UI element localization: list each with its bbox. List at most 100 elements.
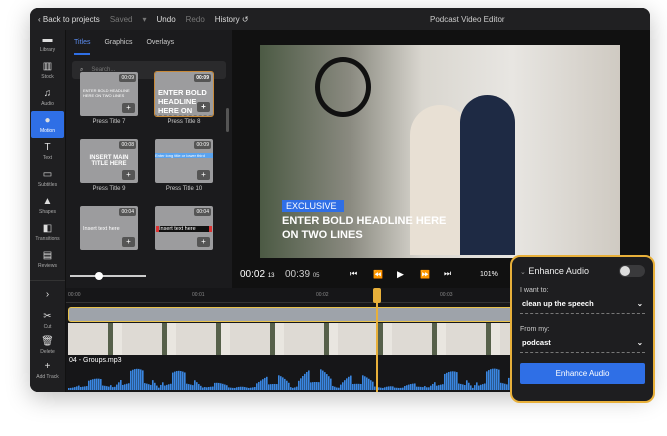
waveform-bar	[336, 387, 338, 390]
tab-overlays[interactable]: Overlays	[146, 39, 174, 55]
waveform-bar	[96, 378, 98, 390]
sidebar-item-motion[interactable]: ● Motion	[31, 111, 64, 138]
waveform-bar	[240, 386, 242, 390]
waveform-bar	[252, 387, 254, 390]
rewind-icon[interactable]: ⏪	[373, 270, 383, 279]
tab-graphics[interactable]: Graphics	[104, 39, 132, 55]
playhead[interactable]	[376, 288, 378, 392]
title-card[interactable]: 00:09ENTER BOLD HEADLINE HERE ON TWO LIN…	[80, 72, 138, 139]
title-card[interactable]: 00:04 Insert text here +	[155, 206, 213, 273]
title-thumbnail[interactable]: 00:08 INSERT MAIN TITLE HERE +	[80, 139, 138, 183]
tool-expand[interactable]: ›	[30, 283, 65, 308]
tool-add-track[interactable]: + Add Track	[30, 358, 65, 383]
title-thumbnail[interactable]: 00:04 Insert text here +	[80, 206, 138, 250]
title-thumbnail[interactable]: 00:09ENTER BOLD HEADLINE HERE ON TWO LIN…	[80, 72, 138, 116]
sidebar-item-shapes[interactable]: ▲ Shapes	[30, 192, 65, 219]
waveform-bar	[278, 375, 280, 390]
panel-scrollbar[interactable]	[226, 108, 229, 132]
title-card[interactable]: 00:09 Enter long title or lower third + Pre…	[155, 139, 213, 206]
title-card-name: Press Title 7	[92, 119, 126, 125]
add-icon[interactable]: +	[122, 103, 135, 113]
enhance-header[interactable]: ⌄ Enhance Audio	[520, 266, 589, 276]
waveform-bar	[350, 375, 352, 390]
waveform-bar	[394, 387, 396, 390]
title-card[interactable]: 00:04 Insert text here +	[80, 206, 138, 273]
waveform-bar	[370, 380, 372, 390]
from-dropdown[interactable]: podcast ⌄	[520, 333, 645, 353]
back-button[interactable]: ‹ Back to projects	[38, 15, 100, 24]
waveform-bar	[236, 387, 238, 390]
waveform-bar	[506, 384, 508, 390]
waveform-bar	[412, 383, 414, 390]
audio-waveform[interactable]	[68, 366, 538, 390]
enhance-audio-button[interactable]: Enhance Audio	[520, 363, 645, 384]
waveform-bar	[450, 371, 452, 390]
current-frames: 13	[267, 272, 275, 279]
titles-panel: Titles Graphics Overlays ⌕ Search... 00:0…	[66, 30, 232, 288]
slider-knob[interactable]	[95, 272, 103, 280]
thumbnail-size-slider[interactable]	[70, 272, 146, 280]
waveform-bar	[168, 384, 170, 390]
sidebar-item-text[interactable]: T Text	[30, 138, 65, 165]
person-right	[460, 95, 515, 255]
zoom-level[interactable]: 101%	[480, 271, 498, 278]
play-icon[interactable]: ▶	[397, 269, 404, 280]
waveform-bar	[482, 384, 484, 390]
title-clip[interactable]	[68, 307, 538, 322]
waveform-bar	[386, 386, 388, 390]
title-badge[interactable]: EXCLUSIVE	[282, 200, 344, 212]
waveform-bar	[286, 380, 288, 390]
waveform-bar	[430, 385, 432, 390]
add-icon[interactable]: +	[122, 237, 135, 247]
waveform-bar	[294, 387, 296, 390]
enhance-toggle[interactable]	[619, 265, 645, 277]
sidebar-item-transitions[interactable]: ◧ Transitions	[30, 219, 65, 246]
skip-end-icon[interactable]: ⏭	[444, 269, 451, 279]
waveform-bar	[454, 371, 456, 390]
sidebar-item-reviews[interactable]: ▤ Reviews	[30, 246, 65, 273]
sidebar-item-library[interactable]: ▬ Library	[30, 30, 65, 57]
sidebar-item-stock[interactable]: ▥ Stock	[30, 57, 65, 84]
waveform-bar	[202, 387, 204, 390]
title-thumbnail[interactable]: 00:04 Insert text here +	[155, 206, 213, 250]
chevron-down-icon: ⌄	[636, 338, 643, 347]
fast-forward-icon[interactable]: ⏩	[420, 270, 430, 279]
video-frame[interactable]: EXCLUSIVE ENTER BOLD HEADLINE HERE ON TW…	[260, 45, 620, 258]
title-card[interactable]: 00:08 INSERT MAIN TITLE HERE + Press Title …	[80, 139, 138, 206]
title-headline[interactable]: ENTER BOLD HEADLINE HERE ON TWO LINES	[282, 214, 462, 242]
waveform-bar	[502, 383, 504, 390]
waveform-bar	[476, 382, 478, 390]
title-thumbnail[interactable]: 00:09ENTER BOLD HEADLINE HERE ON TWO LIN…	[154, 71, 214, 117]
waveform-bar	[422, 387, 424, 390]
sidebar-item-label: Library	[39, 46, 56, 53]
undo-button[interactable]: Undo	[157, 15, 176, 24]
add-icon[interactable]: +	[197, 102, 210, 112]
tab-titles[interactable]: Titles	[74, 39, 91, 55]
want-dropdown[interactable]: clean up the speech ⌄	[520, 294, 645, 314]
sidebar-item-label: Text	[42, 154, 53, 161]
redo-button[interactable]: Redo	[186, 15, 205, 24]
scissors-icon: ✂	[43, 310, 52, 322]
saved-dropdown-icon[interactable]: ▾	[143, 15, 147, 24]
waveform-bar	[348, 376, 350, 390]
add-icon[interactable]: +	[197, 237, 210, 247]
waveform-bar	[464, 385, 466, 390]
sidebar-item-subtitles[interactable]: ▭ Subtitles	[30, 165, 65, 192]
video-clip[interactable]	[68, 323, 538, 355]
tool-cut[interactable]: ✂ Cut	[30, 308, 65, 333]
add-icon[interactable]: +	[122, 170, 135, 180]
waveform-bar	[408, 384, 410, 390]
add-icon[interactable]: +	[197, 170, 210, 180]
waveform-bar	[254, 386, 256, 390]
sidebar-item-audio[interactable]: ♫ Audio	[30, 84, 65, 111]
tool-delete[interactable]: 🗑 Delete	[30, 333, 65, 358]
skip-start-icon[interactable]: ⏮	[350, 269, 357, 279]
tick-label: 00:02	[316, 292, 329, 298]
title-card[interactable]: 00:09ENTER BOLD HEADLINE HERE ON TWO LIN…	[154, 71, 214, 139]
history-button[interactable]: History ↺	[215, 15, 249, 24]
title-thumbnail[interactable]: 00:09 Enter long title or lower third +	[155, 139, 213, 183]
waveform-bar	[288, 382, 290, 390]
waveform-bar	[112, 387, 114, 390]
waveform-bar	[344, 380, 346, 390]
tool-label: Delete	[40, 348, 55, 355]
